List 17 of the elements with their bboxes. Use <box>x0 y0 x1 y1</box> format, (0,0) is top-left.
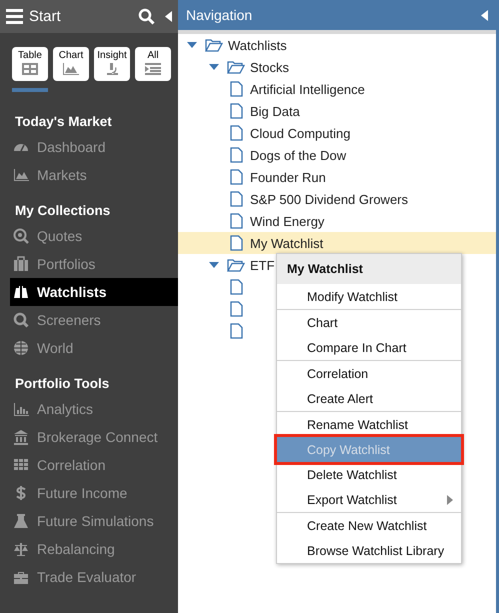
tree-label: Wind Energy <box>250 214 324 228</box>
panel-title: Navigation <box>186 7 254 23</box>
tree-label: Artificial Intelligence <box>250 82 365 96</box>
tree-label: Stocks <box>250 60 290 74</box>
tree-label: My Watchlist <box>250 236 324 250</box>
section-heading: Portfolio Tools <box>14 376 110 393</box>
menu-title: My Watchlist <box>277 254 461 284</box>
tree-label: Founder Run <box>250 170 326 184</box>
tree-label: S&P 500 Dividend Growers <box>250 192 408 206</box>
tree-label: Cloud Computing <box>250 126 350 140</box>
tree-label: ETF <box>250 258 275 272</box>
tree-label: Dogs of the Dow <box>250 148 346 162</box>
section-heading: Today's Market <box>14 114 113 131</box>
sidebar-title: Start <box>29 8 62 25</box>
tree-label: Big Data <box>250 104 300 118</box>
section-heading: My Collections <box>14 203 112 220</box>
tree-label: Watchlists <box>228 38 287 52</box>
